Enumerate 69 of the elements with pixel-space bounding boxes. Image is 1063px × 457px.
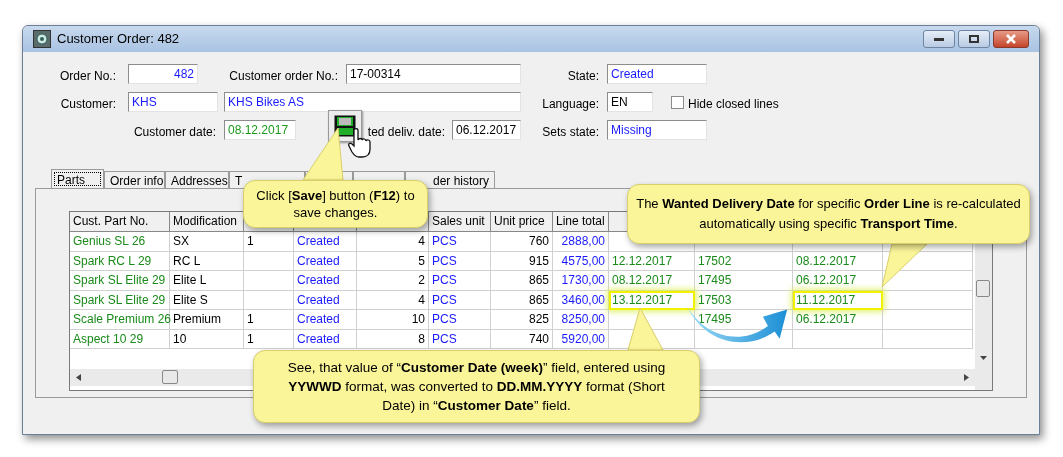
table-cell: PCS	[429, 329, 491, 349]
table-cell: 11.12.2017	[793, 290, 883, 310]
table-cell: Elite L	[170, 271, 244, 291]
table-cell: RC L	[170, 251, 244, 271]
table-cell: Created	[294, 329, 357, 349]
table-cell: 17502	[695, 251, 793, 271]
field-label: State:	[567, 68, 599, 85]
table-cell: PCS	[429, 310, 491, 330]
column-header: Unit price	[491, 212, 553, 232]
table-cell: 1	[244, 329, 294, 349]
table-cell: Aspect 10 29	[70, 329, 170, 349]
column-header: Cust. Part No.	[70, 212, 170, 232]
table-cell: 1730,00	[553, 271, 609, 291]
window-title: Customer Order: 482	[57, 30, 180, 49]
table-cell: Spark SL Elite 29	[70, 271, 170, 291]
table-cell: 3460,00	[553, 290, 609, 310]
table-cell: 825	[491, 310, 553, 330]
table-cell: 8	[357, 329, 429, 349]
table-cell: Scale Premium 26	[70, 310, 170, 330]
column-header: Line total	[553, 212, 609, 232]
field-label: Customer date:	[133, 124, 216, 141]
table-cell: 1	[244, 232, 294, 252]
table-cell: 865	[491, 271, 553, 291]
table-cell: Elite S	[170, 290, 244, 310]
table-cell: 915	[491, 251, 553, 271]
table-cell: 17503	[695, 290, 793, 310]
table-cell: 12.12.2017	[609, 251, 695, 271]
table-cell: PCS	[429, 251, 491, 271]
table-cell: 760	[491, 232, 553, 252]
table-cell: 4	[357, 232, 429, 252]
table-cell: 5920,00	[553, 329, 609, 349]
table-cell: Created	[294, 310, 357, 330]
field-label: Customer order No.:	[229, 68, 338, 85]
table-cell: PCS	[429, 290, 491, 310]
table-cell: 4575,00	[553, 251, 609, 271]
field-label: Customer:	[60, 96, 116, 113]
table-cell: 2	[357, 271, 429, 291]
table-cell: 10	[357, 310, 429, 330]
table-cell: 8250,00	[553, 310, 609, 330]
table-cell: 2888,00	[553, 232, 609, 252]
table-cell: PCS	[429, 271, 491, 291]
field-label: ted deliv. date:	[367, 124, 445, 141]
table-cell: 17495	[695, 271, 793, 291]
checkbox-label: Hide closed lines	[688, 96, 779, 113]
table-cell: 06.12.2017	[793, 310, 883, 330]
table-cell: Premium	[170, 310, 244, 330]
table-cell: Created	[294, 271, 357, 291]
table-cell: 08.12.2017	[793, 251, 883, 271]
table-cell: 08.12.2017	[609, 271, 695, 291]
table-cell: Spark SL Elite 29	[70, 290, 170, 310]
table-cell: 865	[491, 290, 553, 310]
table-cell: Spark RC L 29	[70, 251, 170, 271]
table-cell: Created	[294, 290, 357, 310]
table-cell: 13.12.2017	[609, 290, 695, 310]
table-cell: 5	[357, 251, 429, 271]
table-cell: SX	[170, 232, 244, 252]
column-header: Modification	[170, 212, 244, 232]
table-cell: 4	[357, 290, 429, 310]
table-cell: Created	[294, 251, 357, 271]
field-label: Language:	[542, 96, 599, 113]
table-cell: Genius SL 26	[70, 232, 170, 252]
table-cell: 740	[491, 329, 553, 349]
table-cell: Created	[294, 232, 357, 252]
table-cell: PCS	[429, 232, 491, 252]
field-label: Sets state:	[542, 124, 599, 141]
column-header: Sales unit	[429, 212, 491, 232]
table-cell: 1	[244, 310, 294, 330]
table-cell: 10	[170, 329, 244, 349]
field-label: Order No.:	[60, 68, 116, 85]
